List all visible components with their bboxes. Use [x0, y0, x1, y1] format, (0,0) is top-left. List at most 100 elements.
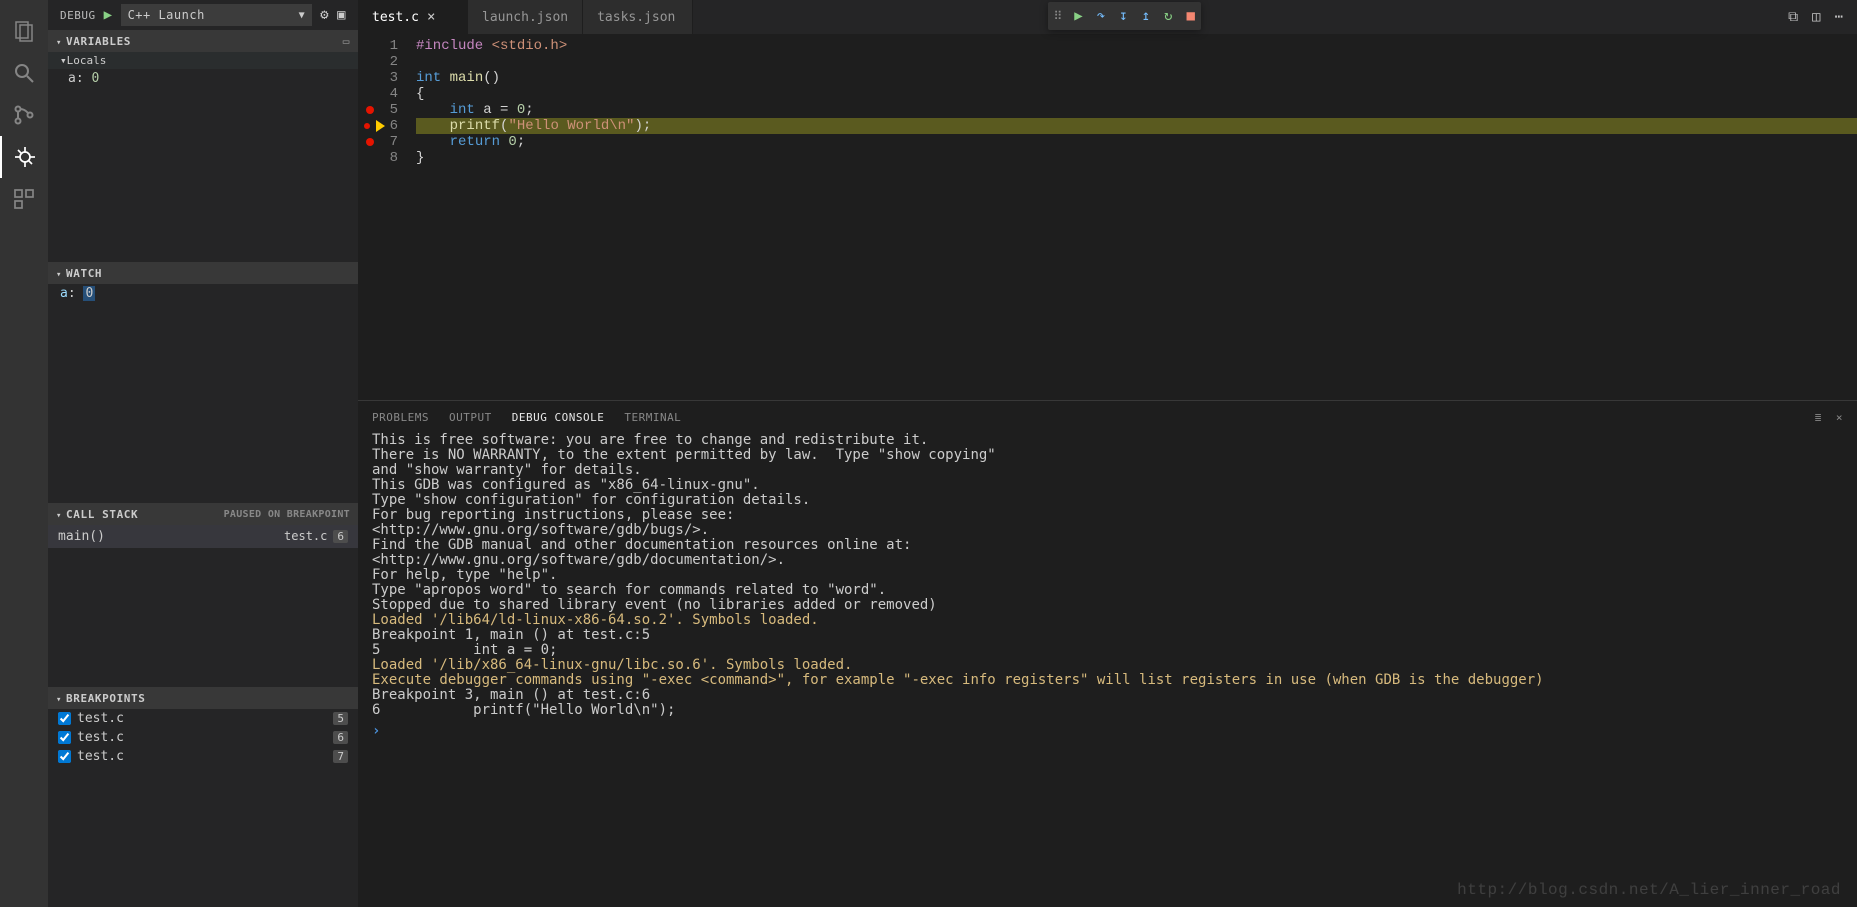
watch-body: a: 0: [48, 284, 358, 503]
callstack-header[interactable]: ▾ CALL STACK PAUSED ON BREAKPOINT: [48, 503, 358, 525]
breakpoint-line: 5: [333, 712, 348, 725]
line-number: 6: [358, 118, 416, 134]
breakpoint-row[interactable]: test.c 6: [48, 728, 358, 747]
frame-function: main(): [58, 529, 105, 544]
breakpoint-icon[interactable]: [366, 138, 374, 146]
chevron-down-icon: ▾: [56, 695, 62, 705]
stop-button[interactable]: ■: [1186, 8, 1194, 24]
gear-icon[interactable]: ⚙: [320, 7, 329, 23]
watch-title: WATCH: [66, 267, 102, 280]
breakpoint-line: 7: [333, 750, 348, 763]
drag-handle-icon[interactable]: ⠿: [1054, 9, 1061, 23]
split-editor-icon[interactable]: ◫: [1812, 9, 1820, 25]
continue-button[interactable]: ▶: [1074, 8, 1082, 24]
editor-body[interactable]: #include <stdio.h> int main() { int a = …: [416, 34, 1857, 400]
line-number: 8: [358, 150, 416, 166]
restart-button[interactable]: ↻: [1164, 8, 1172, 24]
editor-gutter[interactable]: 1 2 3 4 5 6 7 8: [358, 34, 416, 400]
watch-header[interactable]: ▾ WATCH: [48, 262, 358, 284]
breakpoint-checkbox[interactable]: [58, 712, 71, 725]
panel-tab-debug-console[interactable]: DEBUG CONSOLE: [512, 411, 605, 424]
line-number: 4: [358, 86, 416, 102]
breakpoint-icon[interactable]: [366, 106, 374, 114]
variable-row[interactable]: a: 0: [48, 69, 358, 88]
close-panel-icon[interactable]: ×: [1836, 411, 1843, 424]
tab-tasks-json[interactable]: tasks.json: [583, 0, 693, 34]
line-number: 3: [358, 70, 416, 86]
breakpoint-file: test.c: [77, 711, 124, 726]
variables-title: VARIABLES: [66, 35, 131, 48]
debug-title: DEBUG: [60, 9, 96, 22]
tab-label: launch.json: [482, 10, 568, 25]
line-number: 2: [358, 54, 416, 70]
editor-actions: ⧉ ◫ ⋯: [1788, 0, 1857, 34]
breakpoint-row[interactable]: test.c 7: [48, 747, 358, 766]
debug-console-toggle-icon[interactable]: ▣: [337, 7, 346, 23]
split-diff-icon[interactable]: ⧉: [1788, 9, 1798, 25]
search-icon[interactable]: [0, 52, 48, 94]
panel-tab-terminal[interactable]: TERMINAL: [624, 411, 681, 424]
watch-row[interactable]: a: 0: [48, 284, 358, 303]
locals-scope[interactable]: ▾Locals: [48, 52, 358, 69]
frame-line: 6: [333, 530, 348, 543]
start-debug-button[interactable]: ▶: [104, 7, 113, 23]
collapse-icon[interactable]: ▭: [343, 35, 350, 48]
breakpoint-file: test.c: [77, 730, 124, 745]
watch-value: 0: [83, 286, 95, 301]
breakpoint-checkbox[interactable]: [58, 750, 71, 763]
scm-icon[interactable]: [0, 94, 48, 136]
tab-test-c[interactable]: test.c ×: [358, 0, 468, 34]
breakpoint-file: test.c: [77, 749, 124, 764]
panel-tab-problems[interactable]: PROBLEMS: [372, 411, 429, 424]
editor-area: ⠿ ▶ ↷ ↧ ↥ ↻ ■ test.c × launch.json tasks.…: [358, 0, 1857, 907]
more-icon[interactable]: ⋯: [1835, 9, 1843, 25]
chevron-down-icon: ▾: [56, 38, 62, 48]
code-editor[interactable]: 1 2 3 4 5 6 7 8 #include <stdio.h> int m…: [358, 34, 1857, 400]
debug-toolbar[interactable]: ⠿ ▶ ↷ ↧ ↥ ↻ ■: [1048, 2, 1201, 30]
line-number: 7: [358, 134, 416, 150]
callstack-status: PAUSED ON BREAKPOINT: [224, 509, 350, 520]
watermark: http://blog.csdn.net/A_lier_inner_road: [1457, 881, 1841, 899]
breakpoints-body: test.c 5 test.c 6 test.c 7: [48, 709, 358, 779]
close-icon[interactable]: ×: [427, 9, 435, 25]
variable-name: a: [68, 71, 76, 86]
current-frame-icon[interactable]: [364, 120, 376, 132]
watch-name: a: [60, 286, 68, 301]
extensions-icon[interactable]: [0, 178, 48, 220]
frame-file: test.c: [284, 529, 327, 543]
breakpoints-title: BREAKPOINTS: [66, 692, 145, 705]
debug-header: DEBUG ▶ C++ Launch ▼ ⚙ ▣: [48, 0, 358, 30]
debug-icon[interactable]: [0, 136, 48, 178]
bottom-panel: PROBLEMS OUTPUT DEBUG CONSOLE TERMINAL ≣…: [358, 400, 1857, 907]
breakpoints-header[interactable]: ▾ BREAKPOINTS: [48, 687, 358, 709]
variable-value: 0: [91, 71, 99, 86]
chevron-down-icon: ▾: [56, 270, 62, 280]
line-number: 5: [358, 102, 416, 118]
callstack-body: main() test.c 6: [48, 525, 358, 687]
breakpoint-row[interactable]: test.c 5: [48, 709, 358, 728]
explorer-icon[interactable]: [0, 10, 48, 52]
launch-config-label: C++ Launch: [128, 8, 205, 22]
clear-console-icon[interactable]: ≣: [1815, 411, 1822, 424]
variables-header[interactable]: ▾ VARIABLES ▭: [48, 30, 358, 52]
panel-tabs: PROBLEMS OUTPUT DEBUG CONSOLE TERMINAL ≣…: [358, 401, 1857, 433]
step-into-button[interactable]: ↧: [1119, 8, 1127, 24]
breakpoint-checkbox[interactable]: [58, 731, 71, 744]
variables-body: ▾Locals a: 0: [48, 52, 358, 262]
tab-label: tasks.json: [597, 10, 675, 25]
tab-launch-json[interactable]: launch.json: [468, 0, 583, 34]
debug-console-output[interactable]: This is free software: you are free to c…: [358, 433, 1857, 907]
tab-label: test.c: [372, 10, 419, 25]
activity-bar: [0, 0, 48, 907]
stack-frame[interactable]: main() test.c 6: [48, 525, 358, 548]
step-over-button[interactable]: ↷: [1097, 8, 1105, 24]
panel-tab-output[interactable]: OUTPUT: [449, 411, 492, 424]
breakpoint-line: 6: [333, 731, 348, 744]
debug-sidebar: DEBUG ▶ C++ Launch ▼ ⚙ ▣ ▾ VARIABLES ▭ ▾L…: [48, 0, 358, 907]
step-out-button[interactable]: ↥: [1142, 8, 1150, 24]
launch-config-select[interactable]: C++ Launch ▼: [121, 4, 313, 26]
line-number: 1: [358, 38, 416, 54]
callstack-title: CALL STACK: [66, 508, 138, 521]
chevron-down-icon: ▼: [299, 10, 306, 21]
chevron-down-icon: ▾: [56, 511, 62, 521]
